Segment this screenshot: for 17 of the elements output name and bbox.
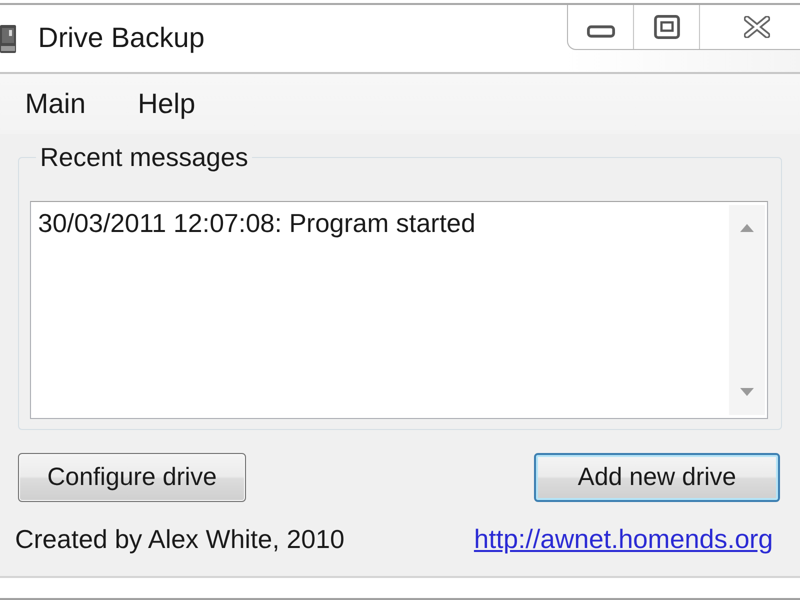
scroll-down-icon[interactable] (740, 388, 754, 396)
website-link[interactable]: http://awnet.homends.org (474, 524, 773, 554)
window-title: Drive Backup (38, 21, 205, 55)
menu-item[interactable]: Help (128, 86, 206, 122)
drive-icon (0, 25, 16, 53)
action-button[interactable]: Configure drive (18, 453, 246, 502)
message-list[interactable]: 30/03/2011 12:07:08: Program started (30, 201, 768, 419)
close-icon (744, 16, 770, 38)
minimize-icon (586, 24, 614, 38)
menu-item[interactable]: Main (15, 86, 96, 122)
scroll-up-icon[interactable] (740, 224, 754, 232)
scrollbar[interactable] (729, 205, 765, 415)
action-button[interactable]: Add new drive (534, 453, 780, 502)
credit-text: Created by Alex White, 2010 (15, 524, 345, 554)
group-title: Recent messages (39, 142, 250, 172)
message-text: 30/03/2011 12:07:08: Program started (38, 208, 476, 238)
maximize-icon (654, 15, 680, 39)
